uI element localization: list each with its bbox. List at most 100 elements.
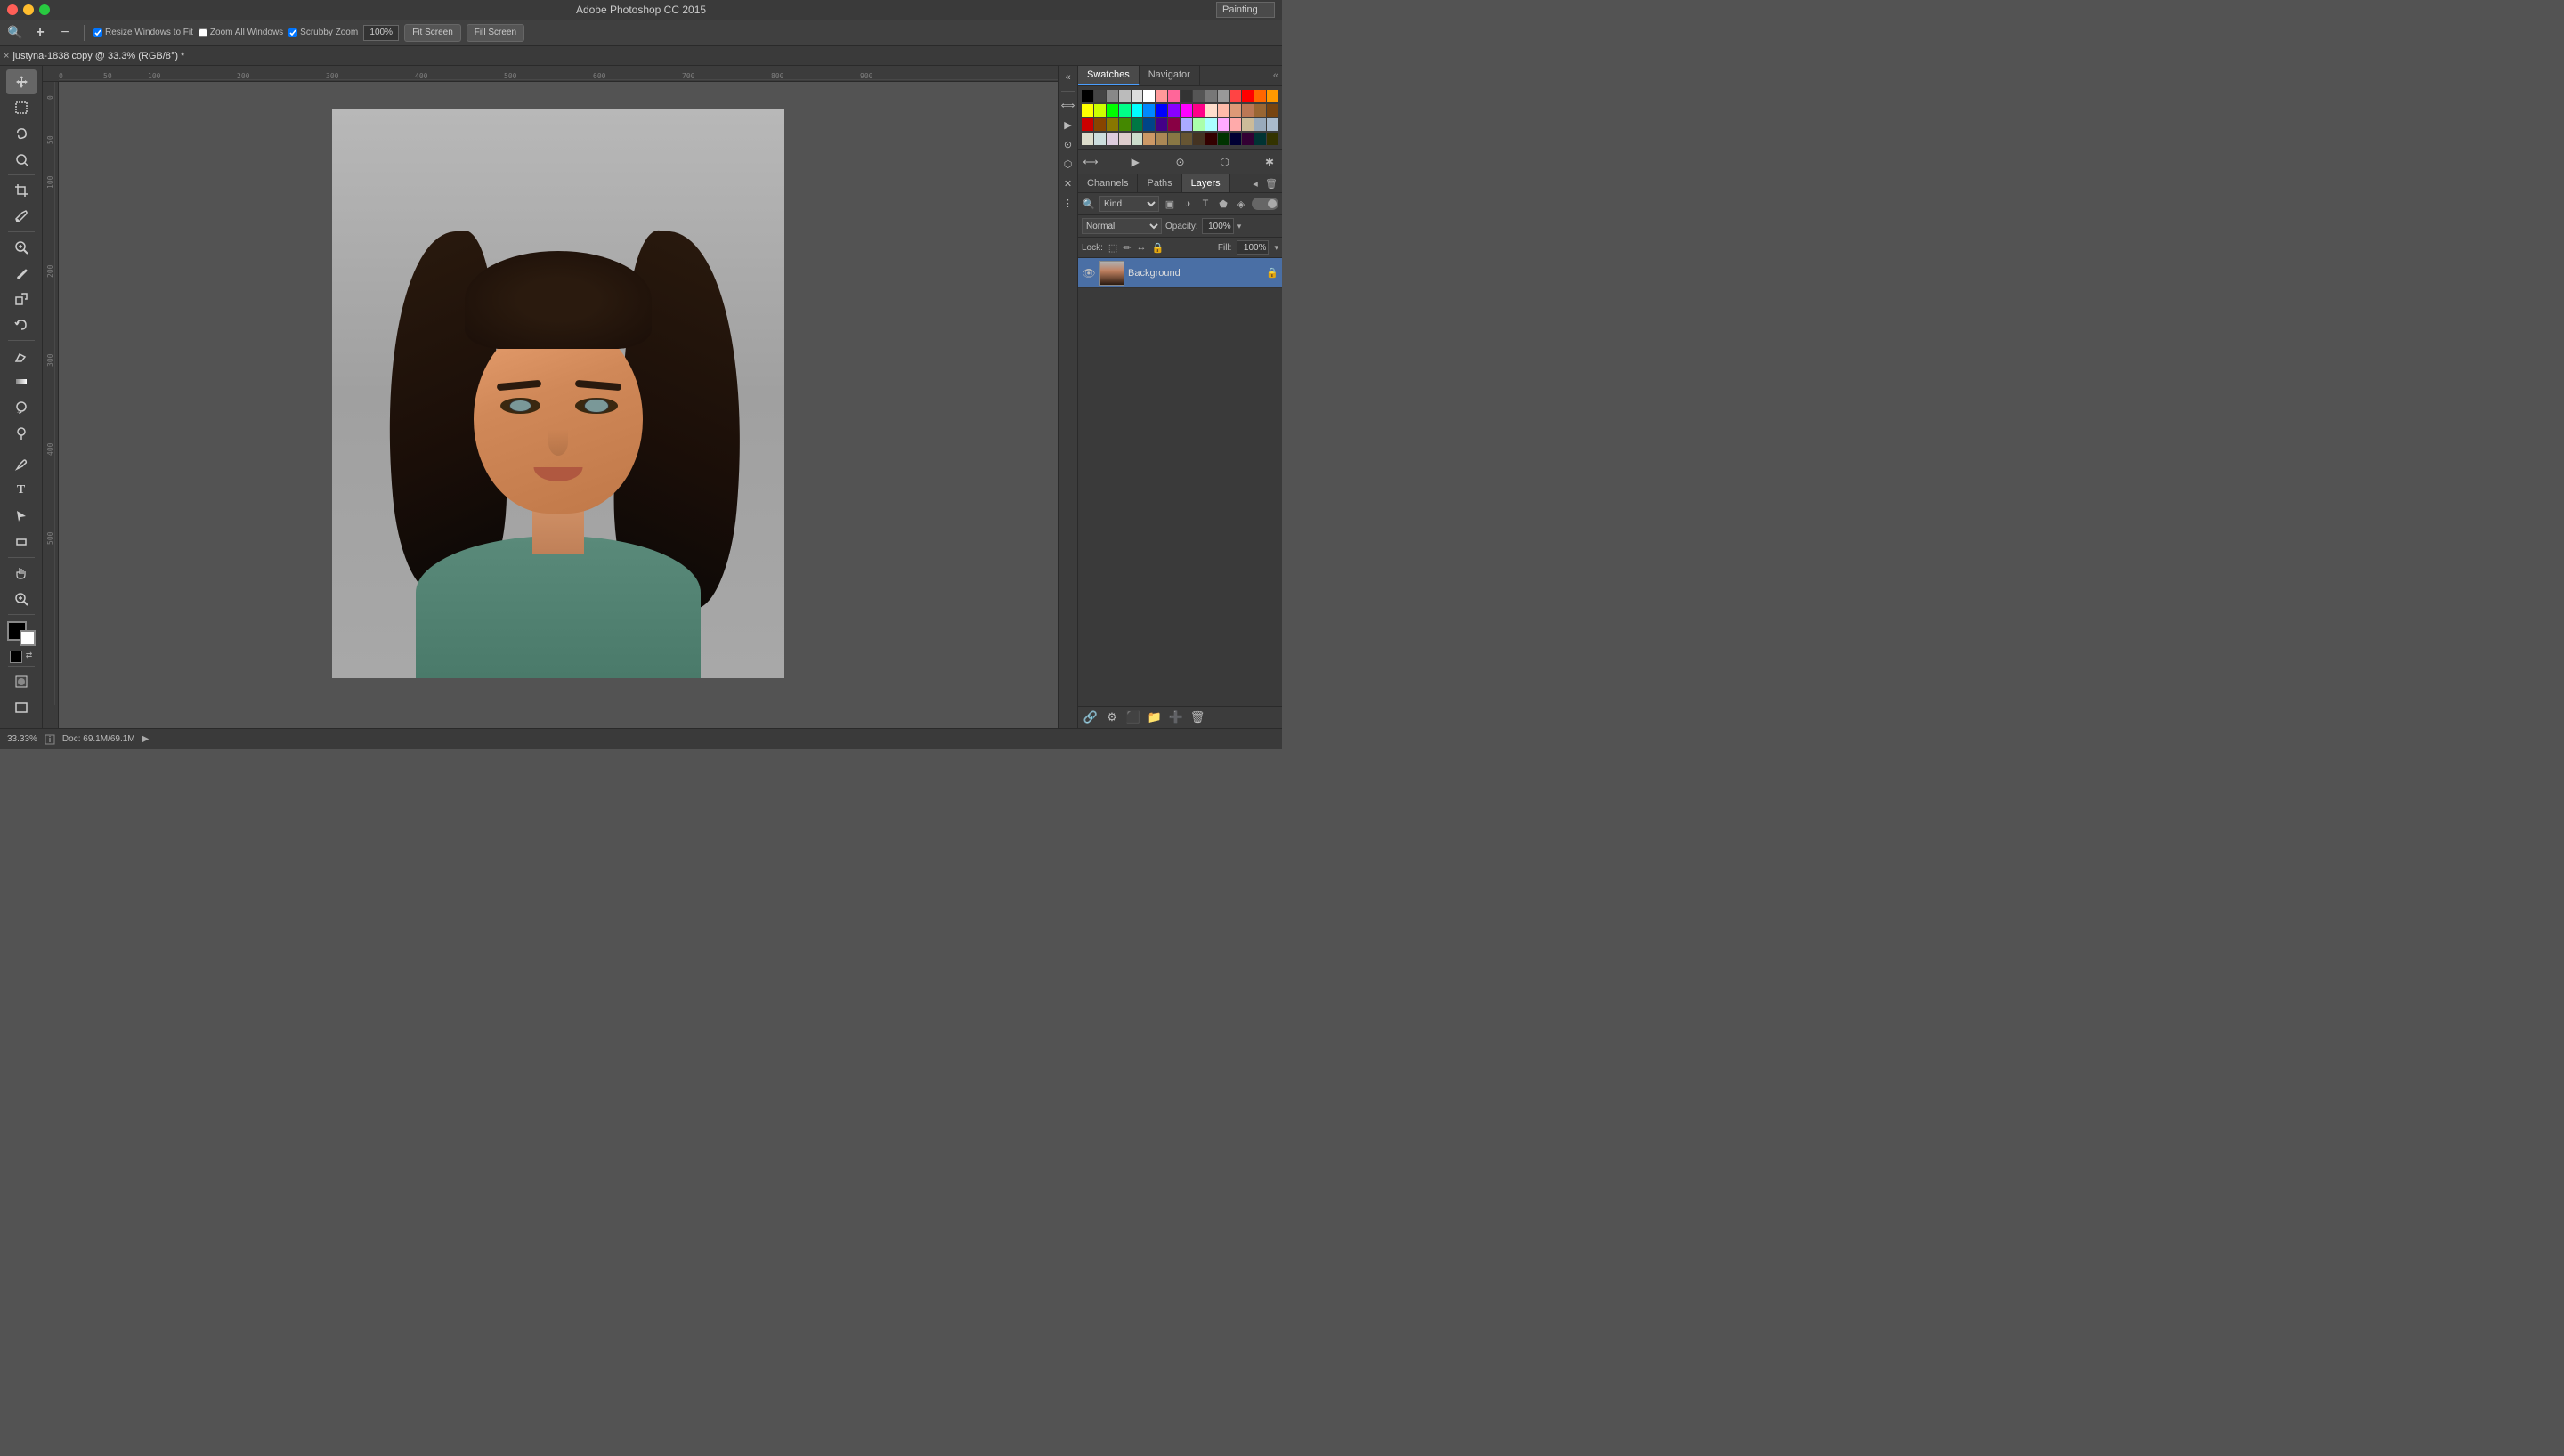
panels-toggle-icon[interactable]: «	[1060, 69, 1076, 85]
tool-preset-icon[interactable]: ⟷	[1082, 153, 1099, 171]
clone-tool[interactable]	[6, 287, 37, 311]
swatch-green[interactable]	[1107, 104, 1118, 117]
swatch-steelblue[interactable]	[1254, 118, 1266, 131]
swatch-midgray[interactable]	[1205, 90, 1217, 102]
minimize-button[interactable]	[23, 4, 34, 15]
3d-icon[interactable]: ⬡	[1060, 156, 1076, 172]
filter-shape-icon[interactable]: ⬟	[1216, 197, 1230, 211]
swatch-darkestteal[interactable]	[1254, 133, 1266, 145]
swatch-skin4[interactable]	[1242, 104, 1254, 117]
layers-back-btn[interactable]: ◂	[1248, 176, 1262, 190]
brush-tool[interactable]	[6, 261, 37, 286]
swatch-black[interactable]	[1082, 90, 1093, 102]
status-arrow[interactable]: ▶	[142, 734, 150, 744]
swatch-magenta[interactable]	[1181, 104, 1192, 117]
close-button[interactable]	[7, 4, 18, 15]
default-colors-btn[interactable]	[10, 651, 22, 663]
swatch-olive[interactable]	[1107, 118, 1118, 131]
quick-mask-btn[interactable]	[6, 669, 37, 694]
swatch-skin3[interactable]	[1230, 104, 1242, 117]
fill-arrow[interactable]: ▾	[1274, 243, 1278, 253]
background-color[interactable]	[20, 630, 36, 646]
brush-settings-icon[interactable]: ⊙	[1172, 153, 1189, 171]
zoom-all-checkbox[interactable]	[199, 28, 207, 37]
doc-tab-name[interactable]: justyna-1838 copy @ 33.3% (RGB/8°) *	[12, 51, 184, 61]
resize-windows-checkbox[interactable]	[93, 28, 102, 37]
swatch-lavender[interactable]	[1181, 118, 1192, 131]
lock-btn[interactable]: 🔒	[1152, 242, 1164, 254]
crop-tool[interactable]	[6, 178, 37, 203]
maximize-button[interactable]	[39, 4, 50, 15]
zoom-tool[interactable]	[6, 586, 37, 611]
swatch-darkblue[interactable]	[1143, 118, 1155, 131]
swatch-brown1[interactable]	[1254, 104, 1266, 117]
swatch-lightblue[interactable]	[1267, 118, 1278, 131]
swatch-blue2[interactable]	[1156, 104, 1167, 117]
filter-toggle[interactable]	[1252, 198, 1278, 210]
filter-pixel-icon[interactable]: ▣	[1163, 197, 1177, 211]
workspace-selector[interactable]: Painting	[1216, 2, 1275, 18]
more-icon[interactable]: ⋮	[1060, 195, 1076, 211]
swatch-maroon[interactable]	[1168, 118, 1180, 131]
swatch-yellow[interactable]	[1082, 104, 1093, 117]
scrubby-zoom-check[interactable]: Scrubby Zoom	[288, 28, 358, 37]
swatch-yellow-green[interactable]	[1094, 104, 1106, 117]
swatch-lightgreen[interactable]	[1193, 118, 1205, 131]
swatch-paleblue[interactable]	[1094, 133, 1106, 145]
swatch-hot-pink[interactable]	[1193, 104, 1205, 117]
color-swatches[interactable]	[7, 621, 36, 646]
swatch-darkestolive[interactable]	[1267, 133, 1278, 145]
swatch-darkorange[interactable]	[1094, 118, 1106, 131]
swatch-indigo[interactable]	[1156, 118, 1167, 131]
swatch-orange2[interactable]	[1267, 90, 1278, 102]
swatch-skin1[interactable]	[1205, 104, 1217, 117]
swatch-darkred[interactable]	[1082, 118, 1093, 131]
history-brush-tool[interactable]	[6, 312, 37, 337]
swatch-brown2[interactable]	[1267, 104, 1278, 117]
swatch-caramel2[interactable]	[1156, 133, 1167, 145]
filter-type-icon[interactable]: T	[1198, 197, 1213, 211]
swatch-darkgray2[interactable]	[1181, 90, 1192, 102]
path-select-tool[interactable]	[6, 504, 37, 529]
marquee-tool[interactable]	[6, 95, 37, 120]
swatch-darkestpur[interactable]	[1242, 133, 1254, 145]
zoom-out-btn[interactable]: −	[55, 23, 75, 43]
layer-fx-btn[interactable]: ⚙	[1103, 709, 1121, 725]
swatch-darkgreen[interactable]	[1119, 118, 1131, 131]
hand-tool[interactable]	[6, 561, 37, 586]
swatch-darkestgrn[interactable]	[1218, 133, 1229, 145]
swatch-blue[interactable]	[1143, 104, 1155, 117]
swatch-lightcyan[interactable]	[1205, 118, 1217, 131]
swatch-beige[interactable]	[1082, 133, 1093, 145]
doc-tab-close[interactable]: ×	[4, 51, 9, 61]
swatch-salmon[interactable]	[1230, 118, 1242, 131]
eyedropper-tool[interactable]	[6, 204, 37, 229]
text-tool[interactable]: T	[6, 478, 37, 503]
tab-paths[interactable]: Paths	[1138, 174, 1181, 192]
swatches-expand-icon[interactable]: «	[1273, 70, 1278, 81]
zoom-input[interactable]	[363, 25, 399, 41]
swatch-purple[interactable]	[1168, 104, 1180, 117]
tab-layers[interactable]: Layers	[1182, 174, 1230, 192]
zoom-all-check[interactable]: Zoom All Windows	[199, 28, 283, 37]
swatch-espresso[interactable]	[1193, 133, 1205, 145]
swatch-orange[interactable]	[1254, 90, 1266, 102]
zoom-tool-btn[interactable]: 🔍	[5, 23, 25, 43]
swatch-lightgray[interactable]	[1119, 90, 1131, 102]
eraser-tool[interactable]	[6, 344, 37, 368]
measurement-icon[interactable]: ✕	[1060, 175, 1076, 191]
swatch-cyan[interactable]	[1132, 104, 1143, 117]
cc-libraries-icon[interactable]: ✱	[1261, 153, 1278, 171]
swatch-rosy[interactable]	[1119, 133, 1131, 145]
delete-layer-btn[interactable]: 🗑	[1189, 709, 1206, 725]
swatch-tan[interactable]	[1242, 118, 1254, 131]
lasso-tool[interactable]	[6, 121, 37, 146]
layers-filter-select[interactable]: Kind	[1099, 196, 1159, 212]
filter-adjust-icon[interactable]: ◑	[1181, 197, 1195, 211]
swatch-darkgray[interactable]	[1094, 90, 1106, 102]
swatch-darktan[interactable]	[1168, 133, 1180, 145]
swap-colors-btn[interactable]: ⇄	[26, 651, 33, 663]
swatch-red[interactable]	[1230, 90, 1242, 102]
swatch-lightpink[interactable]	[1218, 118, 1229, 131]
new-layer-btn[interactable]: ➕	[1167, 709, 1185, 725]
